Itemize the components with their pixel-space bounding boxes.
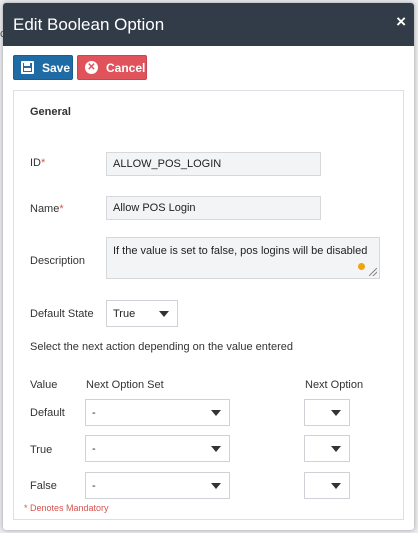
- name-required-mark: *: [59, 203, 64, 215]
- chevron-down-icon: [159, 310, 169, 317]
- id-field[interactable]: ALLOW_POS_LOGIN: [106, 152, 321, 176]
- name-label: Name*: [30, 203, 64, 215]
- save-button[interactable]: Save: [13, 55, 73, 80]
- next-option-column-header: Next Option: [305, 379, 364, 391]
- description-textarea[interactable]: If the value is set to false, pos logins…: [106, 237, 380, 279]
- close-icon[interactable]: ×: [396, 13, 406, 30]
- chevron-down-icon: [211, 409, 221, 416]
- cancel-button-label: Cancel: [106, 60, 146, 75]
- dialog-toolbar: Save ✕ Cancel: [3, 46, 414, 90]
- id-required-mark: *: [41, 157, 46, 169]
- section-title: General: [30, 106, 71, 118]
- floppy-disk-icon: [21, 61, 34, 74]
- row-default-next-option-select[interactable]: [304, 399, 350, 426]
- name-label-text: Name: [30, 203, 60, 215]
- status-dot: [358, 263, 365, 270]
- row-false-next-option-select[interactable]: [304, 472, 350, 499]
- row-false-next-option-set-select[interactable]: -: [85, 472, 230, 499]
- dialog-header: Edit Boolean Option ×: [3, 3, 414, 46]
- chevron-down-icon: [211, 482, 221, 489]
- row-true-next-option-set-value: -: [92, 442, 96, 455]
- description-text: If the value is set to false, pos logins…: [113, 245, 368, 257]
- chevron-down-icon: [331, 445, 341, 452]
- chevron-down-icon: [331, 409, 341, 416]
- chevron-down-icon: [331, 482, 341, 489]
- mandatory-note: * Denotes Mandatory: [24, 503, 109, 513]
- id-label: ID*: [30, 157, 45, 169]
- resize-handle[interactable]: [369, 268, 377, 276]
- row-false-value: False: [30, 480, 57, 492]
- dialog-title: Edit Boolean Option: [13, 15, 165, 34]
- x-circle-icon: ✕: [85, 61, 98, 74]
- next-option-set-column-header: Next Option Set: [86, 379, 164, 391]
- description-label: Description: [30, 255, 86, 267]
- row-false-next-option-set-value: -: [92, 479, 96, 492]
- name-field[interactable]: Allow POS Login: [106, 196, 321, 220]
- edit-boolean-option-dialog: Edit Boolean Option × Save ✕ Cancel Gene…: [3, 3, 414, 530]
- id-label-text: ID: [30, 157, 41, 169]
- row-true-next-option-set-select[interactable]: -: [85, 435, 230, 462]
- value-column-header: Value: [30, 379, 58, 391]
- row-true-next-option-select[interactable]: [304, 435, 350, 462]
- save-button-label: Save: [42, 60, 71, 75]
- row-default-next-option-set-value: -: [92, 406, 96, 419]
- default-state-label: Default State: [30, 308, 94, 320]
- row-true-value: True: [30, 444, 53, 456]
- row-default-next-option-set-select[interactable]: -: [85, 399, 230, 426]
- row-default-value: Default: [30, 407, 65, 419]
- default-state-value: True: [113, 307, 136, 320]
- general-panel: General ID* ALLOW_POS_LOGIN Name* Allow …: [13, 90, 404, 520]
- chevron-down-icon: [211, 445, 221, 452]
- default-state-select[interactable]: True: [106, 300, 178, 327]
- instruction-text: Select the next action depending on the …: [30, 341, 293, 353]
- cancel-button[interactable]: ✕ Cancel: [77, 55, 147, 80]
